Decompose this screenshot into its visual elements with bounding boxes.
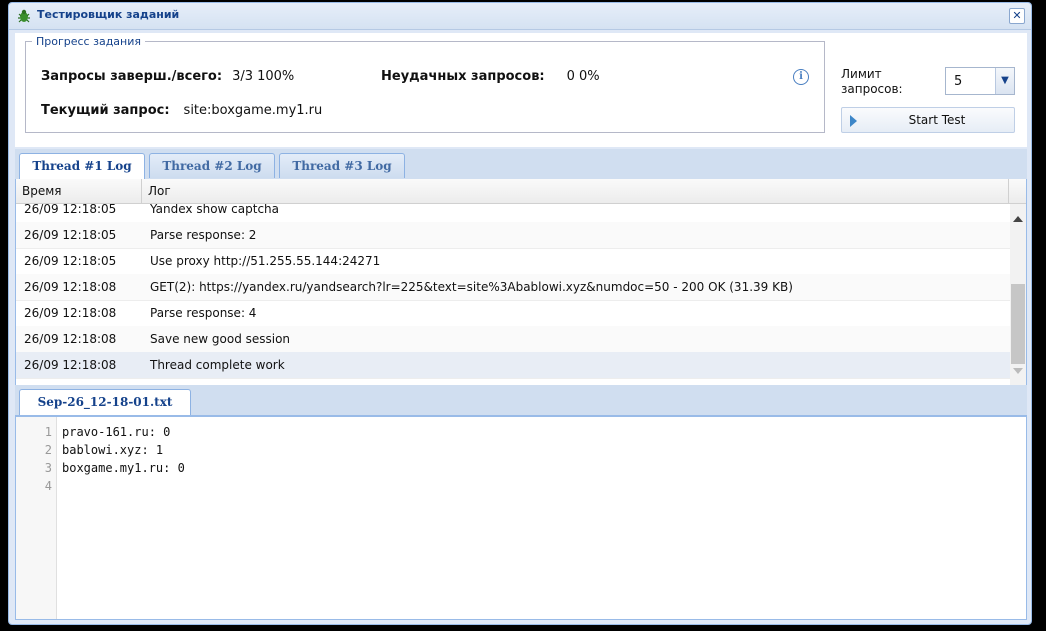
done-row: Запросы заверш./всего: 3/3 100% xyxy=(41,69,294,84)
tab-thread-1[interactable]: Thread #1 Log xyxy=(19,153,145,179)
row-time: 26/09 12:18:08 xyxy=(24,306,117,320)
thread-tabs: Thread #1 Log Thread #2 Log Thread #3 Lo… xyxy=(15,149,1027,180)
top-panel: Прогресс задания Запросы заверш./всего: 3… xyxy=(15,33,1027,147)
row-message: Use proxy http://51.255.55.144:24271 xyxy=(150,254,381,268)
done-label: Запросы заверш./всего: xyxy=(41,69,223,84)
failed-label: Неудачных запросов: xyxy=(381,69,545,84)
column-header-log[interactable]: Лог xyxy=(148,184,171,198)
log-grid: Время Лог 26/09 12:18:05 Yandex show capt… xyxy=(15,179,1027,385)
line-number: 1 xyxy=(44,425,52,439)
line-number: 2 xyxy=(44,443,52,457)
row-time: 26/09 12:18:08 xyxy=(24,358,117,372)
failed-row: Неудачных запросов: 0 0% xyxy=(381,69,600,84)
row-message: Parse response: 4 xyxy=(150,306,257,320)
line-number-gutter: 1 2 3 4 xyxy=(16,417,57,619)
row-message: Save new good session xyxy=(150,332,291,346)
row-time: 26/09 12:18:05 xyxy=(24,254,117,268)
scroll-down-icon[interactable] xyxy=(1013,368,1023,374)
row-message: Yandex show captcha xyxy=(150,204,279,216)
title-bar: Тестировщик заданий ✕ xyxy=(9,3,1031,30)
tab-file[interactable]: Sep-26_12-18-01.txt xyxy=(19,389,191,415)
current-label: Текущий запрос: xyxy=(41,103,170,118)
row-time: 26/09 12:18:08 xyxy=(24,332,117,346)
line-number: 3 xyxy=(44,461,52,475)
limit-label-line1: Лимит xyxy=(841,67,882,81)
file-editor[interactable]: 1 2 3 4 pravo-161.ru: 0 bablowi.xyz: 1 b… xyxy=(15,416,1027,620)
tab-thread-2[interactable]: Thread #2 Log xyxy=(149,153,275,178)
table-row[interactable]: 26/09 12:18:08 Parse response: 4 xyxy=(16,300,1010,327)
row-time: 26/09 12:18:08 xyxy=(24,280,117,294)
row-time: 26/09 12:18:05 xyxy=(24,204,117,216)
bug-icon xyxy=(18,9,30,23)
progress-fieldset: Прогресс задания xyxy=(25,35,825,133)
limit-label: Лимит запросов: xyxy=(841,67,903,97)
done-value: 3/3 100% xyxy=(232,69,295,84)
column-header-time[interactable]: Время xyxy=(22,184,62,198)
row-message: Thread complete work xyxy=(150,358,285,372)
current-value: site:boxgame.my1.ru xyxy=(183,103,323,118)
limit-select[interactable]: 5 ▼ xyxy=(945,67,1015,95)
row-message: Parse response: 2 xyxy=(150,228,257,242)
progress-legend: Прогресс задания xyxy=(36,35,141,48)
row-time: 26/09 12:18:05 xyxy=(24,228,117,242)
tab-thread-3[interactable]: Thread #3 Log xyxy=(279,153,405,178)
table-row[interactable]: 26/09 12:18:08 Save new good session xyxy=(16,326,1010,353)
column-divider[interactable] xyxy=(141,179,142,203)
line-number: 4 xyxy=(44,479,52,493)
close-icon[interactable]: ✕ xyxy=(1009,8,1025,24)
current-row: Текущий запрос: site:boxgame.my1.ru xyxy=(41,103,322,118)
failed-value: 0 0% xyxy=(566,69,600,84)
tester-window: Тестировщик заданий ✕ Прогресс задания З… xyxy=(8,2,1032,625)
start-test-button[interactable]: Start Test xyxy=(841,107,1015,133)
row-message: GET(2): https://yandex.ru/yandsearch?lr=… xyxy=(150,280,793,294)
table-row[interactable]: 26/09 12:18:05 Use proxy http://51.255.55… xyxy=(16,248,1010,275)
code-line: boxgame.my1.ru: 0 xyxy=(62,461,185,475)
log-scrollbar[interactable] xyxy=(1010,204,1026,385)
table-row[interactable]: 26/09 12:18:08 GET(2): https://yandex.ru/… xyxy=(16,274,1010,301)
limit-label-line2: запросов: xyxy=(841,82,903,96)
code-line: pravo-161.ru: 0 xyxy=(62,425,171,439)
log-rows: 26/09 12:18:05 Yandex show captcha 26/09 … xyxy=(16,204,1010,385)
log-grid-header: Время Лог xyxy=(16,179,1026,204)
window-title: Тестировщик заданий xyxy=(37,8,180,21)
table-row[interactable]: 26/09 12:18:08 Thread complete work xyxy=(16,352,1010,379)
chevron-down-icon[interactable]: ▼ xyxy=(995,68,1014,94)
scroll-up-icon[interactable] xyxy=(1013,216,1023,222)
code-line: bablowi.xyz: 1 xyxy=(62,443,164,457)
table-row[interactable]: 26/09 12:18:05 Parse response: 2 xyxy=(16,222,1010,249)
start-test-label: Start Test xyxy=(908,113,966,127)
limit-select-value: 5 xyxy=(954,74,963,89)
column-divider xyxy=(1008,179,1009,203)
file-tabs: Sep-26_12-18-01.txt xyxy=(15,385,1027,416)
table-row[interactable]: 26/09 12:18:05 Yandex show captcha xyxy=(16,204,1010,223)
scroll-thumb[interactable] xyxy=(1011,284,1025,364)
info-icon[interactable]: i xyxy=(793,69,809,85)
